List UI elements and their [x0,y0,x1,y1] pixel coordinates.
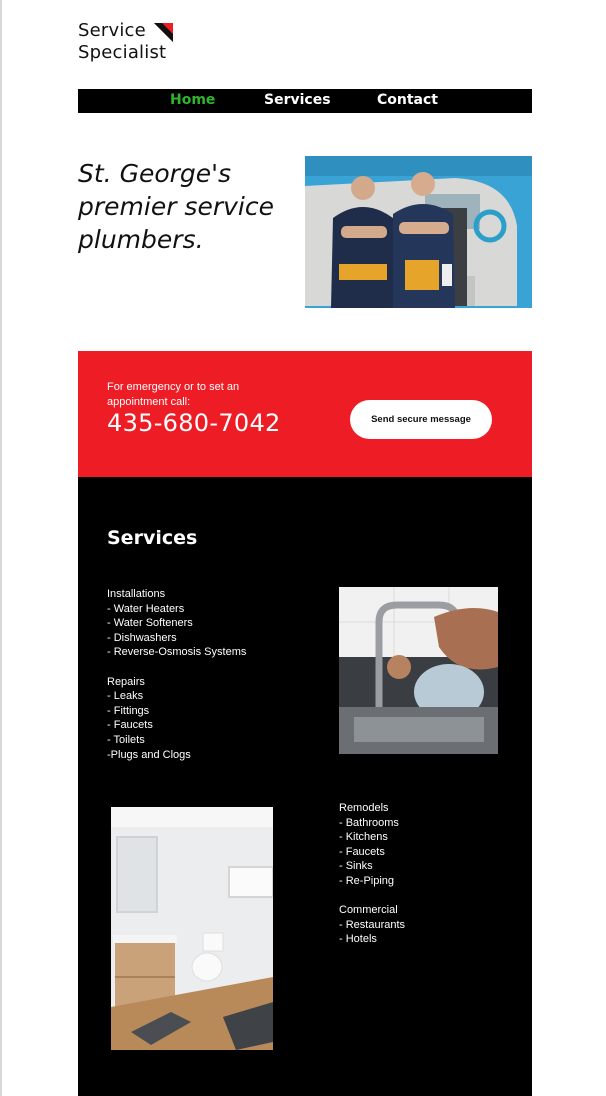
diagonal-flag-icon [154,23,173,42]
list-item: - Faucets [107,719,153,732]
list-item: - Fittings [107,704,150,717]
phone-number-link[interactable]: 435-680-7042 [107,409,281,437]
list-item: -Plugs and Clogs [107,748,191,761]
list-item: - Reverse-Osmosis Systems [107,646,247,659]
send-secure-message-button[interactable]: Send secure message [350,400,492,439]
list-item: - Water Softeners [107,617,193,630]
page-left-border [0,0,2,1096]
two-plumbers-by-van-photo [305,156,532,308]
list-item: - Kitchens [339,831,388,844]
remodels-group: Remodels - Bathrooms - Kitchens - Faucet… [339,801,405,889]
list-item: - Hotels [339,933,377,946]
list-item: - Re-Piping [339,874,395,887]
site-logo[interactable]: Service Specialist [78,20,173,64]
kitchen-faucet-photo [339,587,498,754]
list-item: - Leaks [107,690,144,703]
services-list-right: Remodels - Bathrooms - Kitchens - Faucet… [339,801,405,947]
commercial-group: Commercial - Restaurants - Hotels [339,903,405,947]
repairs-group: Repairs - Leaks - Fittings - Faucets - T… [107,675,246,763]
nav-home[interactable]: Home [170,92,215,108]
list-item: - Toilets [107,733,145,746]
installations-group: Installations - Water Heaters - Water So… [107,587,246,660]
hero-title: St. George's premier service plumbers. [78,159,274,254]
bathroom-vanity-photo [111,807,273,1050]
list-item: - Bathrooms [339,816,399,829]
list-item: - Dishwashers [107,631,177,644]
nav-services[interactable]: Services [264,92,331,108]
commercial-heading: Commercial [339,904,398,917]
main-nav: Home Services Contact [78,89,532,113]
services-heading: Services [107,527,198,549]
installations-heading: Installations [107,588,166,600]
nav-contact[interactable]: Contact [377,92,438,108]
services-list-left: Installations - Water Heaters - Water So… [107,587,246,762]
remodels-heading: Remodels [339,802,389,814]
cta-label: For emergency or to set an appointment c… [107,381,240,408]
list-item: - Restaurants [339,918,406,931]
services-section: Services Installations - Water Heaters -… [78,477,532,1096]
repairs-heading: Repairs [107,675,145,688]
cta-band: For emergency or to set an appointment c… [78,351,532,477]
list-item: - Water Heaters [107,602,185,615]
list-item: - Sinks [339,860,373,873]
logo-name-line2: Specialist [78,42,167,63]
list-item: - Faucets [339,845,385,858]
